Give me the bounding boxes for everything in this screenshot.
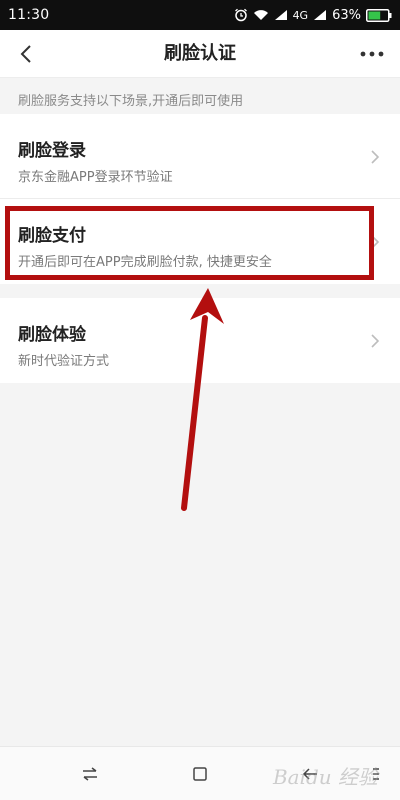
face-login-row[interactable]: 刷脸登录 京东金融APP登录环节验证 [0, 114, 400, 199]
chevron-right-icon [371, 334, 380, 348]
row-title: 刷脸登录 [18, 141, 86, 161]
more-icon [360, 51, 384, 57]
page-title: 刷脸认证 [164, 43, 236, 64]
home-button[interactable] [186, 760, 214, 788]
back-button[interactable] [8, 36, 44, 72]
battery-percent: 63% [332, 7, 361, 23]
row-title: 刷脸体验 [18, 325, 86, 345]
watermark: Baidu 经验 [272, 765, 378, 789]
alarm-icon [234, 8, 248, 22]
top-app-bar: 刷脸认证 [0, 30, 400, 78]
status-icons: 4G 63% [234, 8, 392, 23]
battery-icon [366, 8, 392, 22]
more-button[interactable] [354, 36, 390, 72]
chevron-right-icon [371, 235, 380, 249]
row-description: 开通后即可在APP完成刷脸付款, 快捷更安全 [18, 255, 272, 270]
wifi-icon [253, 9, 269, 21]
switch-icon [83, 767, 97, 781]
status-bar: 11:30 4G 63% [0, 0, 400, 30]
home-square-icon [193, 767, 207, 781]
network-type: 4G [292, 8, 309, 22]
row-description: 京东金融APP登录环节验证 [18, 170, 173, 185]
signal-icon-2 [313, 9, 327, 21]
signal-icon [274, 9, 288, 21]
recent-apps-button[interactable] [76, 760, 104, 788]
system-navigation-bar: Baidu 经验 [0, 746, 400, 800]
face-experience-row[interactable]: 刷脸体验 新时代验证方式 [0, 298, 400, 383]
face-pay-row[interactable]: 刷脸支付 开通后即可在APP完成刷脸付款, 快捷更安全 [0, 199, 400, 284]
row-description: 新时代验证方式 [18, 354, 110, 369]
row-title: 刷脸支付 [18, 226, 86, 246]
chevron-right-icon [371, 150, 380, 164]
status-time: 11:30 [8, 7, 50, 23]
section-label: 刷脸服务支持以下场景,开通后即可使用 [18, 94, 244, 109]
back-icon [20, 45, 31, 63]
